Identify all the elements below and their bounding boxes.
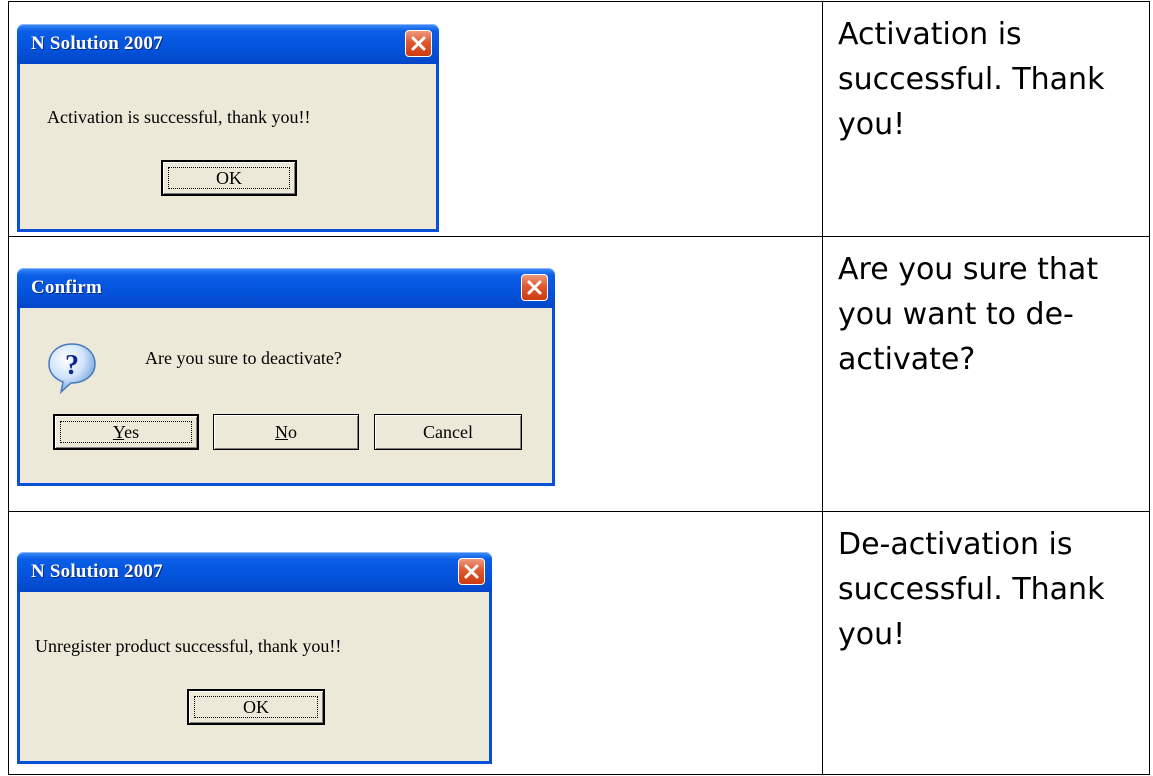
document-table: N Solution 2007 Activation is successful… — [8, 1, 1150, 775]
dialog-message: Activation is successful, thank you!! — [47, 107, 311, 127]
dialog-titlebar: N Solution 2007 — [17, 552, 492, 592]
row-description: Are you sure that you want to de-activat… — [838, 252, 1099, 377]
activation-success-dialog: N Solution 2007 Activation is successful… — [17, 24, 439, 232]
ok-button[interactable]: OK — [161, 160, 297, 196]
no-button[interactable]: No — [213, 414, 359, 450]
dialog-message: Are you sure to deactivate? — [145, 348, 342, 368]
dialog-titlebar: Confirm — [17, 268, 555, 308]
svg-text:?: ? — [65, 350, 79, 381]
ok-button-label: OK — [216, 167, 242, 188]
dialog-title: N Solution 2007 — [31, 33, 163, 54]
cancel-button-label: Cancel — [423, 421, 473, 442]
table-row: N Solution 2007 Activation is successful… — [8, 1, 1150, 237]
no-button-label: No — [275, 421, 297, 442]
cancel-button[interactable]: Cancel — [374, 414, 522, 450]
close-button[interactable] — [458, 558, 485, 585]
close-button[interactable] — [521, 274, 548, 301]
close-icon — [464, 564, 479, 579]
ok-button-label: OK — [243, 696, 269, 717]
table-row: N Solution 2007 Unregister product succe… — [8, 512, 1150, 775]
deactivation-success-dialog: N Solution 2007 Unregister product succe… — [17, 552, 492, 764]
dialog-message: Unregister product successful, thank you… — [35, 636, 342, 656]
column-divider — [822, 237, 823, 511]
row-description: Activation is successful. Thank you! — [838, 17, 1105, 142]
dialog-titlebar: N Solution 2007 — [17, 24, 439, 64]
close-button[interactable] — [405, 30, 432, 57]
yes-button[interactable]: Yes — [53, 414, 199, 450]
close-icon — [411, 36, 426, 51]
dialog-title: Confirm — [31, 277, 103, 298]
row-description: De-activation is successful. Thank you! — [838, 527, 1105, 652]
yes-button-label: Yes — [112, 421, 140, 442]
column-divider — [822, 2, 823, 236]
dialog-title: N Solution 2007 — [31, 561, 163, 582]
close-icon — [527, 280, 542, 295]
ok-button[interactable]: OK — [187, 689, 325, 725]
table-row: Confirm ? Are you sure to deactivate? Ye… — [8, 237, 1150, 512]
confirm-dialog: Confirm ? Are you sure to deactivate? Ye… — [17, 268, 555, 486]
column-divider — [822, 512, 823, 774]
question-icon: ? — [48, 343, 96, 395]
